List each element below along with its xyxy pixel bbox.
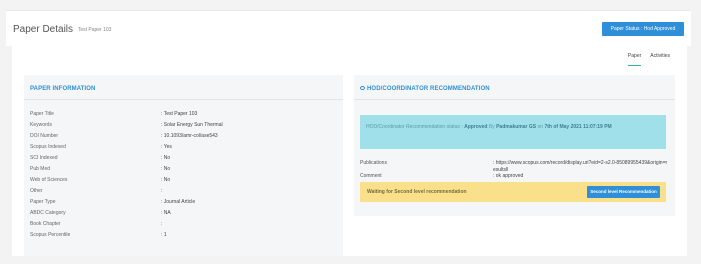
page-header: Paper Details Test Paper 103 Paper Statu…	[6, 10, 691, 46]
page-subtitle: Test Paper 103	[77, 27, 112, 33]
info-row-scopus-percentile: Scopus Percentile: 1	[30, 232, 167, 238]
section-divider	[354, 99, 675, 100]
info-row-paper-title: Paper Title: Test Paper 103	[30, 111, 198, 117]
recommender-name: Padmakumar GS	[496, 124, 537, 130]
waiting-alert: Waiting for Second level recommendation …	[360, 182, 666, 202]
paper-information-panel: PAPER INFORMATION Paper Title: Test Pape…	[24, 75, 343, 256]
scroll-edge	[691, 0, 701, 264]
page-title: Paper Details Test Paper 103	[13, 24, 111, 35]
tab-bar: Paper Activities	[627, 53, 670, 66]
info-row-sci-indexed: SCI Indexed: No	[30, 155, 171, 161]
recommendation-date: 7th of May 2021 11:07:19 PM	[544, 124, 612, 130]
info-row-keywords: Keywords: Solar Energy Sun Thermal	[30, 122, 223, 128]
page: Paper Details Test Paper 103 Paper Statu…	[0, 0, 701, 264]
info-row-scopus-indexed: Scopus Indexed: Yes	[30, 144, 172, 150]
recommendation-status-value: Approved	[464, 124, 488, 130]
second-level-recommendation-button[interactable]: Second level Recommendation	[587, 186, 660, 198]
recommendation-title: HOD/COORDINATOR RECOMMENDATION	[360, 86, 490, 92]
waiting-text: Waiting for Second level recommendation	[367, 189, 467, 195]
paper-status-button[interactable]: Paper Status : Hod Approved	[602, 22, 684, 36]
info-row-abdc-category: ABDC Category: NA	[30, 210, 171, 216]
paper-information-title: PAPER INFORMATION	[30, 86, 96, 92]
comment-icon	[360, 86, 365, 90]
recommendation-panel: HOD/COORDINATOR RECOMMENDATION HOD/Coord…	[354, 75, 675, 216]
page-title-text: Paper Details	[13, 24, 74, 35]
info-row-doi: DOI Number: 10.1093/amr-col/ase543	[30, 133, 218, 139]
info-row-web-of-sciences: Web of Sciences: No	[30, 177, 171, 183]
info-row-paper-type: Paper Type: Journal Article	[30, 199, 196, 205]
info-row-other: Other:	[30, 188, 163, 194]
tab-activities[interactable]: Activities	[650, 53, 670, 66]
main-card: Paper Activities PAPER INFORMATION Paper…	[12, 46, 687, 256]
publications-link[interactable]: : https://www.scopus.com/record/display.…	[493, 160, 669, 174]
section-divider	[24, 99, 343, 100]
recommendation-status-alert: HOD/Coordinator Recommendation status : …	[360, 115, 666, 149]
recommendation-status-text: HOD/Coordinator Recommendation status : …	[366, 124, 612, 130]
info-row-book-chapter: Book Chapter:	[30, 221, 163, 227]
info-row-pub-med: Pub Med: No	[30, 166, 171, 172]
tab-paper[interactable]: Paper	[627, 53, 642, 66]
